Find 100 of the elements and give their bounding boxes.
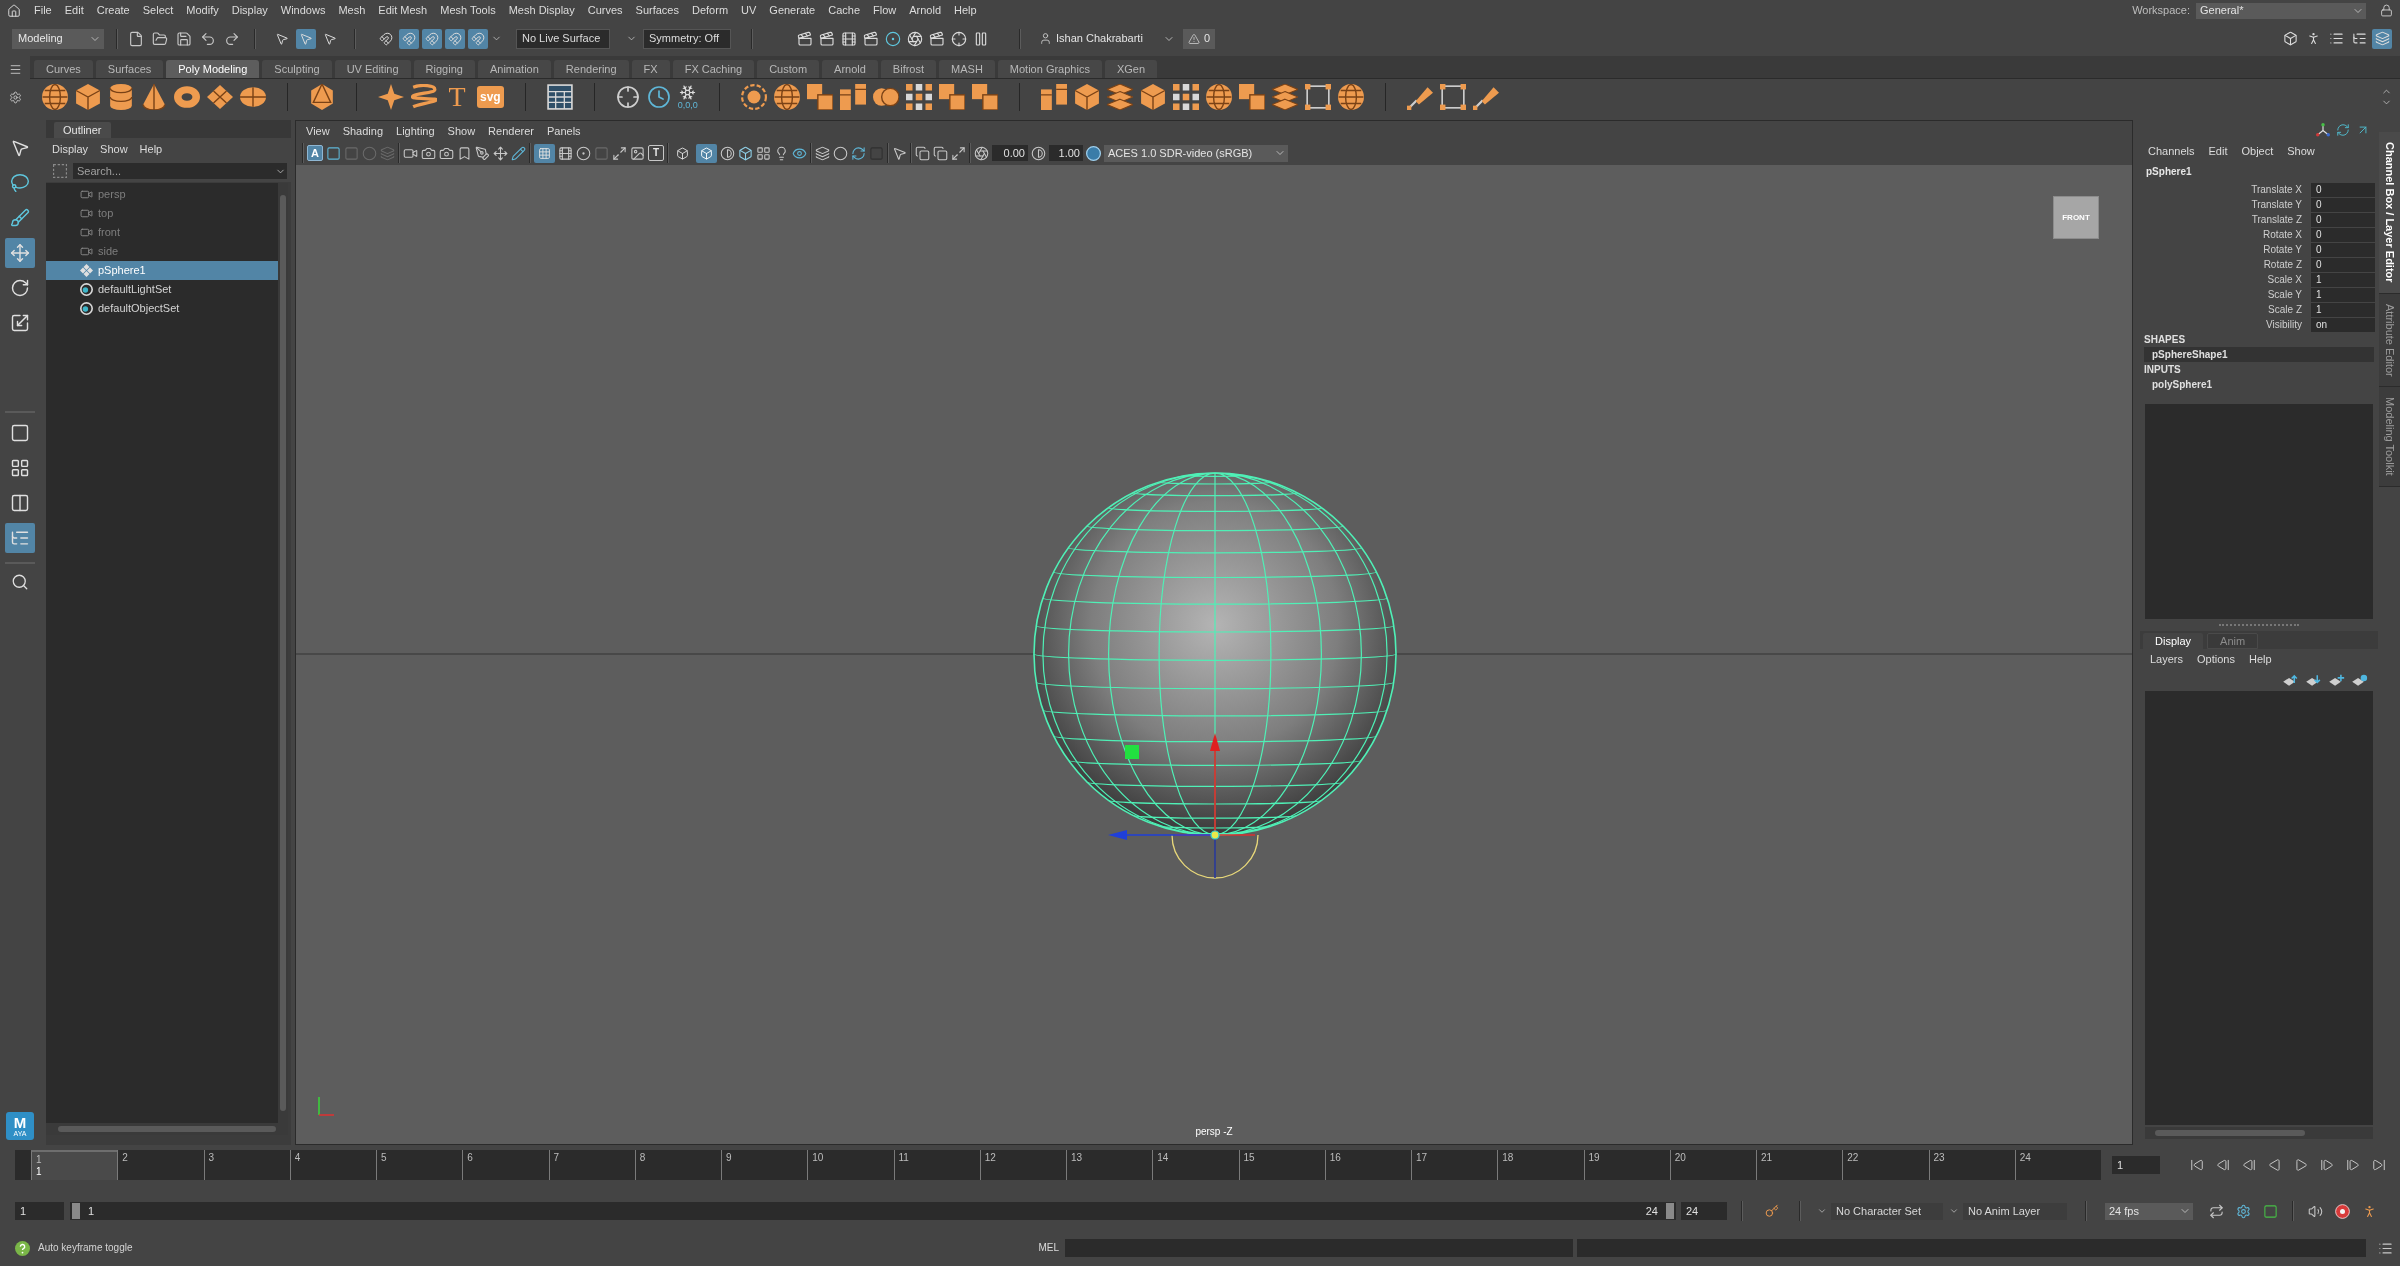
caret-icon[interactable]	[1949, 1206, 1959, 1216]
sphere-icon[interactable]	[1337, 83, 1364, 110]
save-icon[interactable]	[176, 30, 192, 47]
menu-item[interactable]: Create	[96, 5, 130, 16]
outliner-item[interactable]: defaultLightSet	[46, 280, 278, 299]
letter-button[interactable]: T	[648, 145, 664, 161]
film-icon[interactable]	[841, 30, 857, 47]
squares-icon[interactable]	[1238, 83, 1265, 110]
panel-menu-item[interactable]: Help	[2248, 653, 2272, 665]
user-icon[interactable]	[1039, 32, 1052, 45]
half-circle-icon[interactable]	[720, 145, 735, 161]
table-icon[interactable]	[546, 83, 573, 110]
layer-arrow-up-icon[interactable]	[2283, 673, 2299, 687]
crosshair-icon[interactable]	[951, 30, 967, 47]
circle-dot-icon[interactable]	[576, 145, 591, 161]
menu-item[interactable]: Deform	[692, 5, 729, 16]
filled-circle-icon[interactable]	[1086, 145, 1101, 161]
caret-icon[interactable]	[1817, 1206, 1827, 1216]
expand-icon[interactable]	[951, 145, 966, 161]
menu-icon[interactable]	[8, 63, 22, 76]
home-icon[interactable]	[7, 3, 21, 18]
anim-layer-dropdown[interactable]: No Anim Layer	[1963, 1202, 2067, 1220]
frame-icon[interactable]	[1439, 83, 1466, 110]
side-tab[interactable]: Attribute Editor	[2379, 293, 2400, 388]
copy-icon[interactable]	[915, 145, 930, 161]
menu-item[interactable]: Mesh	[338, 5, 366, 16]
key-icon[interactable]	[1765, 1204, 1779, 1218]
layer-editor-tab[interactable]: Display	[2143, 633, 2204, 649]
list-icon[interactable]	[2378, 1240, 2393, 1256]
menu-item[interactable]: Mesh Tools	[440, 5, 496, 16]
split-cube-icon[interactable]	[1040, 83, 1067, 110]
symmetry-field[interactable]: Symmetry: Off	[643, 28, 731, 49]
menu-item[interactable]: Curves	[587, 5, 623, 16]
exposure-field[interactable]: 0.00	[992, 145, 1028, 161]
wireframe-sphere[interactable]	[1033, 472, 1397, 836]
image-icon[interactable]	[630, 145, 645, 161]
horizontal-scrollbar[interactable]	[2145, 1127, 2373, 1139]
layer-arrow-down-icon[interactable]	[2306, 673, 2322, 687]
layers-icon[interactable]	[1106, 83, 1133, 110]
panel-menu-item[interactable]: Renderer	[488, 125, 534, 137]
shelf-tab[interactable]: Sculpting	[262, 60, 332, 78]
outliner-item[interactable]: top	[46, 204, 278, 223]
menu-item[interactable]: Surfaces	[635, 5, 679, 16]
step-back-icon[interactable]	[2216, 1158, 2230, 1172]
square-icon[interactable]	[2263, 1203, 2278, 1219]
camera-icon[interactable]	[421, 145, 436, 161]
expand-icon[interactable]	[612, 145, 627, 161]
move-manipulator[interactable]	[1108, 733, 1259, 879]
half-circle-icon[interactable]	[1031, 145, 1046, 161]
dashed-square-icon[interactable]	[53, 164, 67, 178]
menu-item[interactable]: Flow	[873, 5, 897, 16]
settings-icon[interactable]	[2236, 1203, 2251, 1219]
shelf-tab[interactable]: UV Editing	[334, 60, 411, 78]
snowflake-icon[interactable]	[679, 83, 697, 101]
clapperboard-icon[interactable]	[797, 30, 813, 47]
squares-icon[interactable]	[806, 83, 833, 110]
fps-dropdown[interactable]: 24 fps	[2105, 1202, 2193, 1220]
outliner-item[interactable]: persp	[46, 185, 278, 204]
cube-icon[interactable]	[738, 145, 753, 161]
start-frame-field[interactable]: 1	[15, 1202, 64, 1220]
menu-item[interactable]: Windows	[280, 5, 326, 16]
command-input[interactable]	[1065, 1239, 1573, 1257]
node-item[interactable]: pSphereShape1	[2144, 347, 2374, 362]
bookmark-icon[interactable]	[457, 145, 472, 161]
layer-plus-icon[interactable]	[2329, 673, 2345, 687]
layers-icon[interactable]	[1271, 83, 1298, 110]
menu-item[interactable]: Edit Mesh	[378, 5, 428, 16]
split-cube-icon[interactable]	[839, 83, 866, 110]
range-handle[interactable]	[72, 1203, 80, 1219]
panel-menu-item[interactable]: Lighting	[396, 125, 435, 137]
axes-icon[interactable]	[2316, 123, 2330, 137]
outliner-item[interactable]: side	[46, 242, 278, 261]
layer-dot-icon[interactable]	[2352, 673, 2368, 687]
shelf-tab[interactable]: Curves	[34, 60, 93, 78]
torus-icon[interactable]	[174, 83, 200, 110]
pointer-icon[interactable]	[892, 145, 907, 161]
menu-item[interactable]: Mesh Display	[508, 5, 575, 16]
attribute-value-field[interactable]: 0	[2311, 242, 2375, 257]
attribute-value-field[interactable]: 0	[2311, 212, 2375, 227]
polyhedron-icon[interactable]	[309, 83, 335, 110]
end-frame-field[interactable]: 24	[1681, 1202, 1727, 1220]
helix-icon[interactable]	[411, 83, 437, 110]
attribute-value-field[interactable]: 0	[2311, 227, 2375, 242]
pause-icon[interactable]	[973, 30, 989, 47]
attribute-value-field[interactable]: 1	[2311, 302, 2375, 317]
gamma-field[interactable]: 1.00	[1049, 145, 1083, 161]
clapperboard-icon[interactable]	[929, 30, 945, 47]
frame-icon[interactable]	[1304, 83, 1331, 110]
menu-item[interactable]: Edit	[64, 5, 84, 16]
step-forward-icon[interactable]	[2320, 1158, 2334, 1172]
command-language-label[interactable]: MEL	[1038, 1243, 1059, 1253]
lock-icon[interactable]	[2380, 4, 2393, 17]
pencil-icon[interactable]	[511, 145, 526, 161]
redo-icon[interactable]	[224, 30, 240, 47]
shelf-tab[interactable]: Animation	[477, 60, 551, 78]
tile-grid-icon[interactable]	[905, 83, 932, 110]
sphere-icon[interactable]	[1205, 83, 1232, 110]
folder-icon[interactable]	[152, 30, 168, 47]
user-dropdown[interactable]: Ishan Chakrabarti	[1037, 28, 1177, 49]
settings-icon[interactable]	[8, 91, 22, 104]
